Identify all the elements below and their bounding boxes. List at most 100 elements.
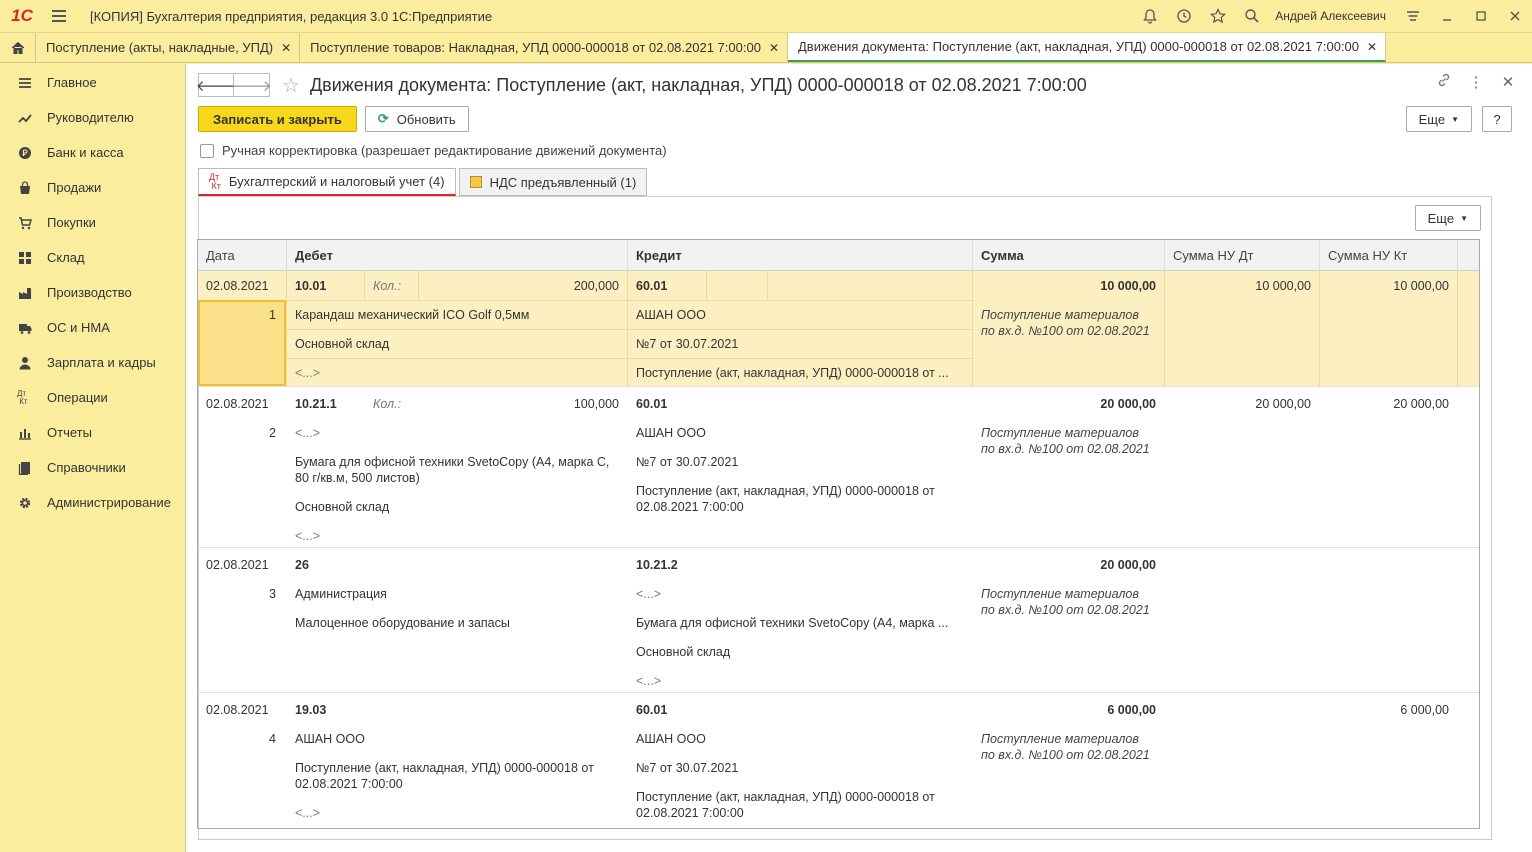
hamburger-menu-icon[interactable] xyxy=(44,0,74,33)
table-row[interactable]: 02.08.2021 1 10.01 Кол.: 200,000 Каранда… xyxy=(198,271,1479,387)
sidebar-item-purchases[interactable]: Покупки xyxy=(0,205,185,240)
sidebar-item-main[interactable]: Главное xyxy=(0,65,185,100)
row-number: 2 xyxy=(269,426,276,440)
favorites-star-icon[interactable] xyxy=(1201,0,1235,33)
minimize-icon[interactable] xyxy=(1430,0,1464,33)
table-row[interactable]: 02.08.2021 2 10.21.1 Кол.: 100,000 <...>… xyxy=(198,387,1479,548)
col-header-date[interactable]: Дата xyxy=(198,240,287,271)
close-tab-icon[interactable]: ✕ xyxy=(1367,40,1377,54)
sidebar-item-label: Отчеты xyxy=(47,425,92,440)
register-icon xyxy=(469,176,482,188)
help-button[interactable]: ? xyxy=(1482,106,1512,132)
credit-account: 60.01 xyxy=(636,703,668,717)
close-form-icon[interactable]: ✕ xyxy=(1498,73,1518,91)
history-icon[interactable] xyxy=(1167,0,1201,33)
sum-value: 10 000,00 xyxy=(1100,279,1156,293)
sidebar-item-warehouse[interactable]: Склад xyxy=(0,240,185,275)
debit-subconto: Администрация xyxy=(295,587,387,601)
sidebar-item-label: Продажи xyxy=(47,180,102,195)
manual-correction-checkbox[interactable] xyxy=(200,143,214,158)
sidebar-item-bank[interactable]: Банк и касса xyxy=(0,135,185,170)
sidebar-item-label: Банк и касса xyxy=(47,145,124,160)
table-row[interactable]: 02.08.2021 4 19.03 АШАН ООО Поступление … xyxy=(198,693,1479,828)
page-title: Движения документа: Поступление (акт, на… xyxy=(309,74,1087,95)
debit-qty: 200,000 xyxy=(573,279,619,293)
factory-icon xyxy=(17,285,33,301)
sidebar-item-operations[interactable]: Дт Кт Операции xyxy=(0,380,185,415)
truck-icon xyxy=(17,320,33,336)
row-number: 1 xyxy=(269,308,276,322)
search-icon[interactable] xyxy=(1235,0,1269,33)
sidebar-item-directories[interactable]: Справочники xyxy=(0,450,185,485)
credit-subconto: Поступление (акт, накладная, УПД) 0000-0… xyxy=(636,790,935,820)
credit-subconto: АШАН ООО xyxy=(636,732,706,746)
debit-qty: 100,000 xyxy=(573,397,619,411)
maximize-icon[interactable] xyxy=(1464,0,1498,33)
more-actions-icon[interactable]: ⋮ xyxy=(1466,73,1486,91)
col-header-nu-kt[interactable]: Сумма НУ Кт xyxy=(1320,240,1458,271)
sidebar-item-manager[interactable]: Руководителю xyxy=(0,100,185,135)
favorite-star-icon[interactable]: ☆ xyxy=(282,73,300,98)
sidebar-item-sales[interactable]: Продажи xyxy=(0,170,185,205)
credit-account: 10.21.2 xyxy=(636,558,678,572)
debit-subconto: <...> xyxy=(295,366,321,380)
trend-icon xyxy=(17,110,33,126)
col-header-debit[interactable]: Дебет xyxy=(287,240,628,271)
tab-accounting[interactable]: Дт Кт Бухгалтерский и налоговый учет (4) xyxy=(198,168,456,196)
tab-label: НДС предъявленный (1) xyxy=(489,174,637,190)
col-header-credit[interactable]: Кредит xyxy=(628,240,973,271)
sidebar-item-production[interactable]: Производство xyxy=(0,275,185,310)
tab-label: Бухгалтерский и налоговый учет (4) xyxy=(228,174,445,189)
save-and-close-button[interactable]: Записать и закрыть xyxy=(198,106,357,132)
content-text: Поступление материалов по вх.д. №100 от … xyxy=(981,587,1150,617)
sidebar-item-label: Главное xyxy=(47,75,97,90)
sidebar-item-label: Зарплата и кадры xyxy=(47,355,156,370)
sidebar-item-label: Покупки xyxy=(47,215,96,230)
close-tab-icon[interactable]: ✕ xyxy=(281,41,291,55)
close-window-icon[interactable] xyxy=(1498,0,1532,33)
close-tab-icon[interactable]: ✕ xyxy=(769,41,779,55)
sidebar-item-administration[interactable]: Администрирование xyxy=(0,485,185,520)
table-row[interactable]: 02.08.2021 3 26 Администрация Малоценное… xyxy=(198,548,1479,693)
col-header-nu-dt[interactable]: Сумма НУ Дт xyxy=(1165,240,1320,271)
credit-subconto: АШАН ООО xyxy=(636,308,706,322)
back-button[interactable]: 🡐 xyxy=(196,73,236,97)
tab-label: Поступление товаров: Накладная, УПД 0000… xyxy=(310,40,761,55)
refresh-label: Обновить xyxy=(396,111,456,127)
sidebar-item-label: Склад xyxy=(47,250,85,265)
tab-receipts-list[interactable]: Поступление (акты, накладные, УПД) ✕ xyxy=(36,33,301,62)
tab-receipt-document[interactable]: Поступление товаров: Накладная, УПД 0000… xyxy=(300,33,788,62)
tab-vat[interactable]: НДС предъявленный (1) xyxy=(458,168,648,196)
credit-subconto: №7 от 30.07.2021 xyxy=(636,761,739,775)
sidebar-item-label: Администрирование xyxy=(47,495,171,510)
link-icon[interactable] xyxy=(1434,72,1454,92)
row-date: 02.08.2021 xyxy=(206,703,269,717)
sidebar-item-reports[interactable]: Отчеты xyxy=(0,415,185,450)
more-button[interactable]: Еще ▼ xyxy=(1405,106,1472,132)
refresh-button[interactable]: ⟳ Обновить xyxy=(364,106,469,132)
sidebar-item-label: Руководителю xyxy=(47,110,134,125)
forward-button[interactable]: 🡒 xyxy=(231,73,272,97)
debit-subconto: Поступление (акт, накладная, УПД) 0000-0… xyxy=(295,761,594,791)
debit-subconto: Бумага для офисной техники SvetoCopy (A4… xyxy=(295,455,610,485)
bell-icon[interactable] xyxy=(1133,0,1167,33)
dtkt-icon: Дт Кт xyxy=(209,171,221,191)
tab-document-movements[interactable]: Движения документа: Поступление (акт, на… xyxy=(788,33,1387,62)
sidebar-item-assets[interactable]: ОС и НМА xyxy=(0,310,185,345)
debit-account: 10.01 xyxy=(295,279,327,293)
grid-more-button[interactable]: Еще ▼ xyxy=(1414,205,1481,231)
1c-logo: 1С xyxy=(11,6,33,25)
user-name[interactable]: Андрей Алексеевич xyxy=(1275,9,1386,23)
person-icon xyxy=(17,355,33,371)
col-header-sum[interactable]: Сумма xyxy=(973,240,1165,271)
settings-menu-icon[interactable] xyxy=(1396,0,1430,33)
content-text: Поступление материалов по вх.д. №100 от … xyxy=(981,426,1150,456)
sidebar-item-salary[interactable]: Зарплата и кадры xyxy=(0,345,185,380)
row-number: 4 xyxy=(269,732,276,746)
dtkt-icon: Дт Кт xyxy=(17,388,28,406)
manual-correction-checkbox-row[interactable]: Ручная корректировка (разрешает редактир… xyxy=(200,143,667,158)
home-icon[interactable] xyxy=(0,33,36,62)
movements-grid[interactable]: Дата Дебет Кредит Сумма Сумма НУ Дт Сумм… xyxy=(197,239,1480,829)
sidebar-item-label: Операции xyxy=(47,390,108,405)
row-date: 02.08.2021 xyxy=(206,397,269,411)
